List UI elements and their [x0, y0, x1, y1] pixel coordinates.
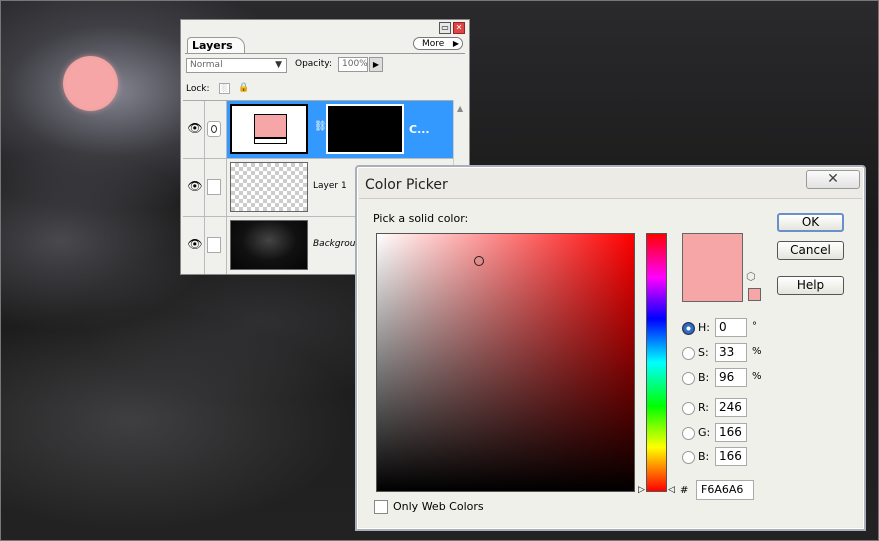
- fill-layer-thumbnail[interactable]: [230, 104, 308, 154]
- brightness-input[interactable]: 96: [715, 368, 747, 387]
- tab-layers-label: Layers: [192, 39, 233, 52]
- red-field-row: R: 246: [680, 398, 790, 418]
- ok-button[interactable]: OK: [777, 213, 844, 232]
- web-safe-cube-icon[interactable]: ⬡: [746, 270, 756, 283]
- only-web-colors-label: Only Web Colors: [393, 500, 484, 513]
- panel-window-controls: ▭ ✕: [439, 22, 465, 34]
- brightness-field-row: B: 96 %: [680, 368, 790, 388]
- eye-icon[interactable]: 👁: [186, 179, 204, 193]
- background-thumbnail[interactable]: [230, 220, 308, 270]
- red-radio[interactable]: [682, 402, 695, 415]
- pick-color-label: Pick a solid color:: [373, 212, 469, 225]
- layer-name[interactable]: Layer 1: [313, 181, 347, 191]
- blue-input[interactable]: 166: [715, 447, 747, 466]
- color-picker-dialog: Color Picker ✕ Pick a solid color: ▷ ◁ ⬡…: [355, 165, 866, 531]
- hex-label: #: [680, 485, 689, 496]
- new-color-swatch: [682, 233, 743, 302]
- opacity-input[interactable]: 100%: [338, 57, 368, 72]
- layer-mask-thumbnail[interactable]: [326, 104, 404, 154]
- blue-label: B:: [698, 450, 710, 463]
- hue-slider-right-arrow-icon[interactable]: ◁: [668, 485, 675, 495]
- hue-slider-left-arrow-icon[interactable]: ▷: [638, 485, 645, 495]
- hue-unit: °: [752, 321, 757, 332]
- minimize-icon[interactable]: ▭: [439, 22, 451, 34]
- more-label: More: [422, 39, 445, 49]
- green-label: G:: [698, 426, 711, 439]
- layer-mask-link-icon[interactable]: [207, 121, 221, 137]
- lock-all-icon[interactable]: 🔒: [238, 82, 249, 94]
- hue-label: H:: [698, 321, 710, 334]
- red-label: R:: [698, 401, 710, 414]
- brightness-label: B:: [698, 371, 710, 384]
- more-menu-button[interactable]: More ▶: [413, 37, 463, 50]
- saturation-label: S:: [698, 346, 709, 359]
- hue-input[interactable]: 0: [715, 318, 747, 337]
- help-button[interactable]: Help: [777, 276, 844, 295]
- brightness-unit: %: [752, 371, 762, 382]
- tab-layers[interactable]: Layers: [187, 37, 245, 53]
- hex-input[interactable]: F6A6A6: [696, 480, 754, 500]
- play-arrow-icon: ▶: [452, 39, 459, 48]
- hue-field-row: H: 0 °: [680, 318, 790, 338]
- chain-link-icon[interactable]: ⛓: [314, 121, 327, 132]
- pink-circle-shape: [63, 56, 118, 111]
- dialog-title: Color Picker: [365, 177, 448, 193]
- brightness-radio[interactable]: [682, 372, 695, 385]
- eye-icon[interactable]: 👁: [186, 237, 204, 251]
- close-icon[interactable]: ✕: [453, 22, 465, 34]
- chevron-down-icon: ▼: [275, 60, 282, 70]
- link-toggle[interactable]: [207, 179, 221, 195]
- eye-icon[interactable]: 👁: [186, 121, 204, 135]
- web-safe-color-swatch[interactable]: [748, 288, 761, 301]
- red-input[interactable]: 246: [715, 398, 747, 417]
- saturation-field-row: S: 33 %: [680, 343, 790, 363]
- saturation-unit: %: [752, 346, 762, 357]
- blue-field-row: B: 166: [680, 447, 790, 467]
- close-icon[interactable]: ✕: [806, 170, 860, 189]
- scroll-up-icon[interactable]: ▲: [457, 104, 463, 113]
- blue-radio[interactable]: [682, 451, 695, 464]
- green-field-row: G: 166: [680, 423, 790, 443]
- opacity-label: Opacity:: [295, 59, 332, 69]
- hue-radio[interactable]: [682, 322, 695, 335]
- hue-slider[interactable]: [646, 233, 667, 492]
- fill-color-swatch: [254, 114, 287, 138]
- layer-name[interactable]: Backgrou: [313, 239, 355, 249]
- green-radio[interactable]: [682, 427, 695, 440]
- color-cursor[interactable]: [474, 256, 484, 266]
- opacity-slider-arrow-icon[interactable]: ▶: [369, 57, 383, 72]
- panel-tab-row: Layers More ▶: [185, 35, 465, 54]
- lock-label: Lock:: [186, 84, 210, 94]
- layer-name[interactable]: C...: [409, 123, 430, 136]
- blend-mode-select[interactable]: Normal ▼: [186, 58, 287, 73]
- cancel-button[interactable]: Cancel: [777, 241, 844, 260]
- saturation-radio[interactable]: [682, 347, 695, 360]
- layer1-thumbnail[interactable]: [230, 162, 308, 212]
- layer-row-fill[interactable]: 👁 ⛓ C...: [183, 101, 453, 159]
- lock-transparent-pixels-icon[interactable]: ░: [219, 83, 230, 94]
- link-toggle[interactable]: [207, 237, 221, 253]
- only-web-colors-checkbox[interactable]: [374, 500, 388, 514]
- saturation-input[interactable]: 33: [715, 343, 747, 362]
- dialog-titlebar[interactable]: Color Picker ✕: [357, 167, 864, 197]
- green-input[interactable]: 166: [715, 423, 747, 442]
- saturation-brightness-field[interactable]: [376, 233, 635, 492]
- blend-mode-value: Normal: [190, 60, 223, 70]
